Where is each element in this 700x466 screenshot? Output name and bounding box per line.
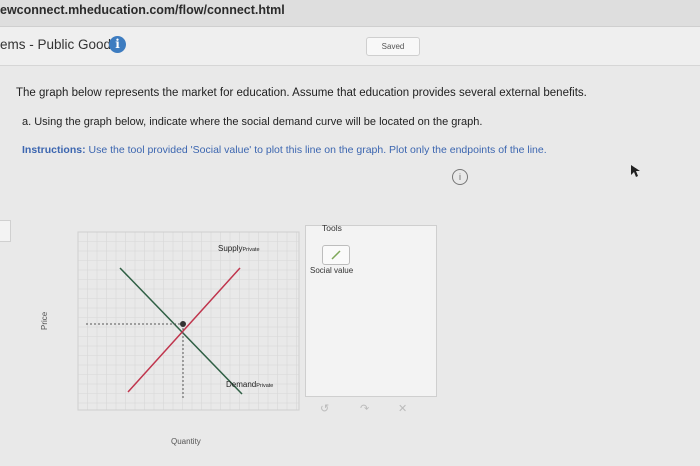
demand-label-text: Demand [226,380,257,389]
social-value-tool-button[interactable] [322,245,350,265]
demand-label-subscript: Private [256,383,274,389]
supply-curve-label: SupplyPrivate [218,244,260,253]
x-axis-label: Quantity [171,437,201,446]
y-axis-label: Price [40,311,49,330]
social-value-label[interactable]: Social value [310,266,353,275]
redo-icon[interactable]: ↷ [360,402,369,415]
supply-label-subscript: Private [242,247,260,253]
equilibrium-point[interactable] [180,321,186,327]
reset-icon[interactable]: ✕ [398,402,407,415]
undo-icon[interactable]: ↺ [320,402,329,415]
supply-label-text: Supply [218,244,243,253]
line-tool-icon [331,250,341,260]
tools-title: Tools [322,223,342,233]
demand-curve-label: DemandPrivate [226,380,273,389]
